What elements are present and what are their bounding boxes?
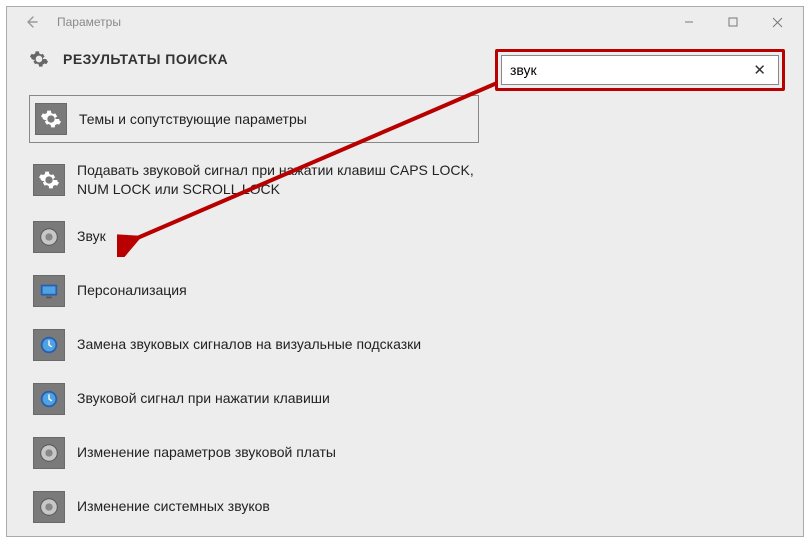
result-item[interactable]: Изменение системных звуков bbox=[29, 487, 479, 527]
result-item[interactable]: Персонализация bbox=[29, 271, 479, 311]
result-item[interactable]: Изменение параметров звуковой платы bbox=[29, 433, 479, 473]
back-button[interactable] bbox=[11, 7, 51, 37]
result-label: Звук bbox=[77, 227, 106, 246]
clock-icon bbox=[33, 329, 65, 361]
result-item[interactable]: Звуковой сигнал при нажатии клавиши bbox=[29, 379, 479, 419]
gear-icon bbox=[29, 49, 49, 69]
speaker-icon bbox=[33, 437, 65, 469]
result-item[interactable]: Замена звуковых сигналов на визуальные п… bbox=[29, 325, 479, 365]
result-label: Персонализация bbox=[77, 281, 187, 300]
maximize-icon bbox=[728, 17, 738, 27]
window-title: Параметры bbox=[57, 15, 121, 29]
result-label: Темы и сопутствующие параметры bbox=[79, 110, 307, 129]
content-area: РЕЗУЛЬТАТЫ ПОИСКА Темы и сопутствующие п… bbox=[7, 37, 803, 537]
speaker-icon bbox=[33, 491, 65, 523]
minimize-button[interactable] bbox=[667, 7, 711, 37]
page-header: РЕЗУЛЬТАТЫ ПОИСКА bbox=[29, 49, 781, 69]
close-window-button[interactable] bbox=[755, 7, 799, 37]
monitor-icon bbox=[33, 275, 65, 307]
maximize-button[interactable] bbox=[711, 7, 755, 37]
result-item[interactable]: Подавать звуковой сигнал при нажатии кла… bbox=[29, 157, 479, 203]
results-list: Темы и сопутствующие параметры Подавать з… bbox=[29, 95, 479, 527]
back-arrow-icon bbox=[23, 14, 39, 30]
window-controls bbox=[667, 7, 799, 37]
result-label: Изменение системных звуков bbox=[77, 497, 270, 516]
result-label: Замена звуковых сигналов на визуальные п… bbox=[77, 335, 421, 354]
result-label: Подавать звуковой сигнал при нажатии кла… bbox=[77, 161, 475, 199]
close-icon bbox=[772, 17, 783, 28]
gear-icon bbox=[33, 164, 65, 196]
result-item[interactable]: Звук bbox=[29, 217, 479, 257]
titlebar: Параметры bbox=[7, 7, 803, 37]
result-label: Звуковой сигнал при нажатии клавиши bbox=[77, 389, 330, 408]
minimize-icon bbox=[684, 17, 694, 27]
page-title: РЕЗУЛЬТАТЫ ПОИСКА bbox=[63, 51, 228, 67]
result-item[interactable]: Темы и сопутствующие параметры bbox=[29, 95, 479, 143]
gear-icon bbox=[35, 103, 67, 135]
result-label: Изменение параметров звуковой платы bbox=[77, 443, 336, 462]
clock-icon bbox=[33, 383, 65, 415]
speaker-icon bbox=[33, 221, 65, 253]
settings-window: Параметры ✕ РЕЗУЛЬТАТЫ ПОИСКА Темы и соп bbox=[6, 6, 804, 537]
